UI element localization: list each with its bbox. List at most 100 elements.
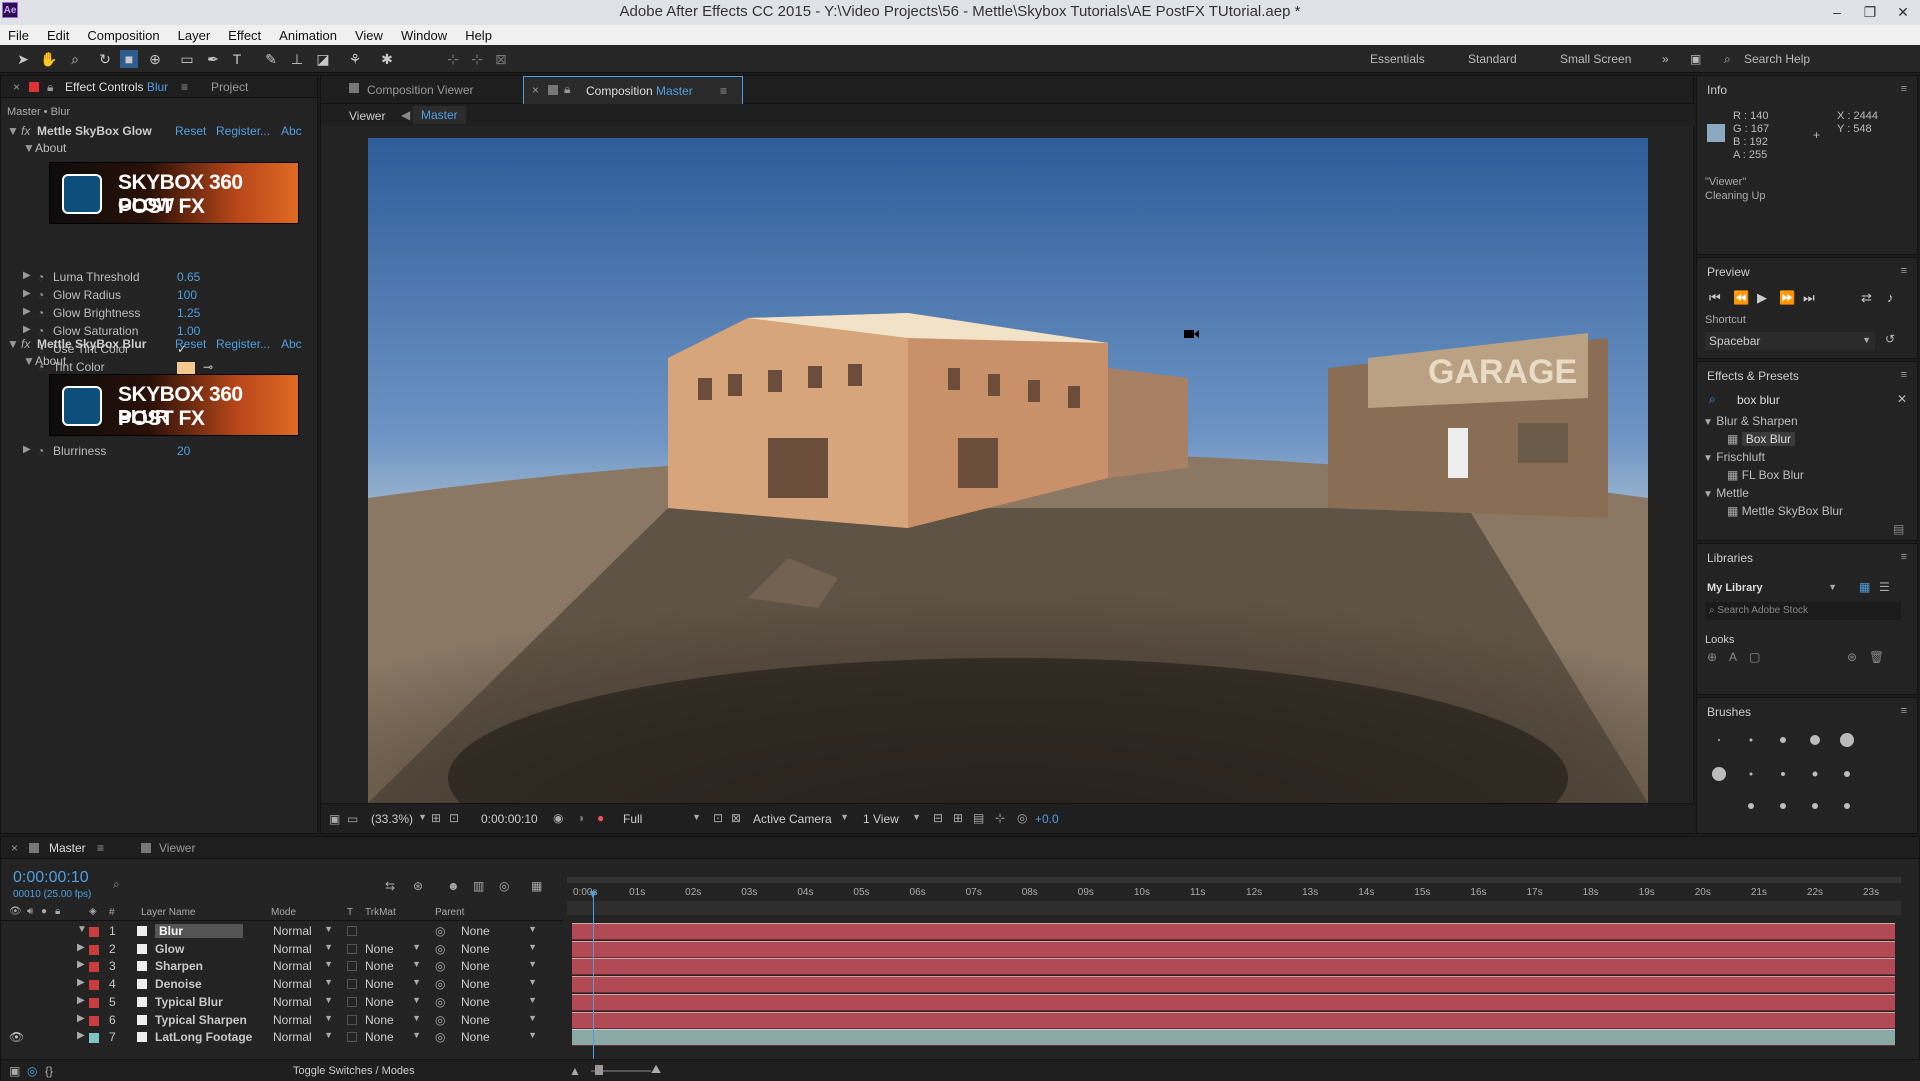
region-of-interest-icon[interactable]: ⊡ (713, 811, 723, 825)
puppet-tool-icon[interactable]: ✱ (378, 50, 396, 68)
hand-tool-icon[interactable]: ✋ (40, 50, 58, 68)
layer-name[interactable]: Blur (155, 924, 243, 938)
layer-switches-icon[interactable]: ▣ (9, 1064, 20, 1078)
panel-menu-icon[interactable]: ≡ (720, 84, 727, 98)
preset-item[interactable]: ▦ Mettle SkyBox Blur (1727, 504, 1843, 518)
lock-icon[interactable]: 🔒︎ (47, 80, 53, 95)
roto-brush-tool-icon[interactable]: ⚘ (346, 50, 364, 68)
tint-color-swatch[interactable] (177, 362, 195, 374)
preset-item[interactable]: ▦ Box Blur (1727, 432, 1796, 446)
layer-duration-bar[interactable] (572, 923, 1895, 940)
magnification-select[interactable]: (33.3%) ▼ (371, 812, 427, 826)
search-help-input[interactable]: Search Help (1744, 52, 1810, 66)
preserve-transparency-checkbox[interactable] (347, 961, 357, 972)
expand-triangle-icon[interactable]: ▼ (77, 924, 87, 935)
pickwhip-icon[interactable]: ◎ (435, 977, 445, 991)
fx-icon[interactable]: fx (21, 124, 30, 138)
layer-duration-bar[interactable] (572, 940, 1895, 958)
search-icon[interactable]: ⌕ (113, 877, 120, 892)
camera-tool-icon[interactable]: ■ (120, 50, 138, 68)
color-channels-icon[interactable]: ● (597, 811, 604, 825)
collapse-triangle-icon[interactable]: ▼ (23, 141, 35, 155)
brush-tool-icon[interactable]: ✎ (262, 50, 280, 68)
expand-triangle-icon[interactable]: ▶ (77, 942, 85, 953)
stopwatch-icon[interactable]: ◔ (37, 444, 44, 458)
solo-switch-icon[interactable]: ● (41, 906, 47, 917)
eraser-tool-icon[interactable]: ◪ (314, 50, 332, 68)
menu-file[interactable]: File (8, 28, 29, 43)
collapse-triangle-icon[interactable]: ▼ (7, 337, 19, 351)
delete-icon[interactable]: 🗑︎ (1869, 650, 1884, 664)
always-preview-icon[interactable]: ▣ (329, 812, 340, 826)
parent-select[interactable]: None ▼ (461, 942, 537, 956)
layer-duration-bar[interactable] (572, 1029, 1895, 1047)
viewer-lock-button[interactable]: Viewer (349, 109, 385, 123)
menu-view[interactable]: View (355, 28, 383, 43)
parent-select[interactable]: None ▼ (461, 959, 537, 973)
add-content-icon[interactable]: ⊕ (1707, 650, 1717, 664)
work-area-bar[interactable] (567, 877, 1901, 883)
layer-name[interactable]: Typical Sharpen (155, 1013, 247, 1027)
zoom-in-icon[interactable]: ⛰︎ (651, 1062, 661, 1077)
preset-group[interactable]: ▼ Blur & Sharpen (1703, 414, 1798, 428)
parent-select[interactable]: None ▼ (461, 977, 537, 991)
view-axis-icon[interactable]: ⊠ (492, 50, 510, 68)
label-icon[interactable]: ◈ (89, 906, 97, 917)
close-tab-icon[interactable]: × (532, 83, 539, 97)
monitor-icon[interactable]: ▭ (347, 812, 358, 826)
expand-triangle-icon[interactable]: ▶ (77, 977, 85, 988)
preserve-transparency-checkbox[interactable] (347, 943, 357, 954)
param-value[interactable]: 100 (177, 288, 197, 302)
frame-blending-icon[interactable]: ▥ (473, 879, 484, 893)
expand-triangle-icon[interactable]: ▶ (23, 306, 31, 317)
restore-icon[interactable]: ❐ (1855, 0, 1885, 25)
stopwatch-icon[interactable]: ◔ (37, 288, 44, 302)
next-frame-icon[interactable]: ⏩ (1779, 290, 1795, 306)
blend-mode-select[interactable]: Normal ▼ (273, 959, 333, 973)
pickwhip-icon[interactable]: ◎ (435, 959, 445, 973)
first-frame-icon[interactable]: ⏮ (1709, 290, 1721, 306)
parent-select[interactable]: None ▼ (461, 995, 537, 1009)
pen-tool-icon[interactable]: ✒ (204, 50, 222, 68)
register-link[interactable]: Register... (216, 124, 270, 138)
panel-menu-icon[interactable]: ≡ (1901, 265, 1907, 277)
label-color-icon[interactable] (89, 927, 99, 937)
add-text-icon[interactable]: A (1729, 650, 1737, 664)
reset-icon[interactable]: ↺ (1885, 332, 1895, 346)
effect-header-glow[interactable]: ▼ fx Mettle SkyBox Glow Reset Register..… (1, 124, 319, 141)
blend-mode-select[interactable]: Normal ▼ (273, 942, 333, 956)
preserve-transparency-checkbox[interactable] (347, 996, 357, 1007)
layer-row[interactable]: ▶ 3 Sharpen Normal ▼ None ▼ ◎ None ▼ (1, 958, 563, 975)
tab-composition-master[interactable]: × 🔒︎ Composition Master ≡ (523, 76, 743, 104)
expand-triangle-icon[interactable]: ▶ (77, 1013, 85, 1024)
pickwhip-icon[interactable]: ◎ (435, 1013, 445, 1027)
stopwatch-icon[interactable]: ◔ (37, 306, 44, 320)
blend-mode-select[interactable]: Normal ▼ (273, 1013, 333, 1027)
effects-search-input[interactable]: box blur (1737, 393, 1780, 407)
draft-3d-icon[interactable]: ⊛ (413, 879, 423, 893)
camera-view-select[interactable]: Active Camera ▼ (753, 812, 849, 826)
tab-composition-viewer[interactable]: Composition Viewer (367, 83, 474, 97)
param-row[interactable]: ▶ ◔ Luma Threshold 0.65 (1, 270, 319, 287)
stopwatch-icon[interactable]: ◔ (37, 324, 44, 338)
toggle-switches-modes-button[interactable]: Toggle Switches / Modes (293, 1065, 415, 1077)
toggle-transparency-icon[interactable]: ⊠ (731, 811, 741, 825)
creative-cloud-icon[interactable]: ⊛ (1847, 650, 1857, 664)
panel-menu-icon[interactable]: ≡ (1901, 551, 1907, 563)
timeline-icon[interactable]: ▤ (973, 811, 984, 825)
composition-viewer-image[interactable]: GARAGE (368, 138, 1648, 803)
sync-settings-icon[interactable]: ▣ (1690, 52, 1701, 66)
view-layout-select[interactable]: 1 View ▼ (863, 812, 921, 826)
blend-mode-select[interactable]: Normal ▼ (273, 995, 333, 1009)
parent-select[interactable]: None ▼ (461, 1013, 537, 1027)
clear-search-icon[interactable]: ✕ (1897, 392, 1907, 406)
blend-mode-select[interactable]: Normal ▼ (273, 924, 333, 938)
snapshot-icon[interactable]: ◉ (553, 811, 563, 825)
menu-composition[interactable]: Composition (87, 28, 159, 43)
panel-menu-icon[interactable]: ≡ (1901, 369, 1907, 381)
shortcut-select[interactable]: Spacebar ▼ (1705, 332, 1875, 350)
reset-link[interactable]: Reset (175, 124, 206, 138)
tab-timeline-viewer[interactable]: Viewer (159, 841, 195, 855)
trkmat-select[interactable]: None ▼ (365, 977, 421, 991)
search-icon[interactable]: ⌕ (1724, 52, 1731, 67)
